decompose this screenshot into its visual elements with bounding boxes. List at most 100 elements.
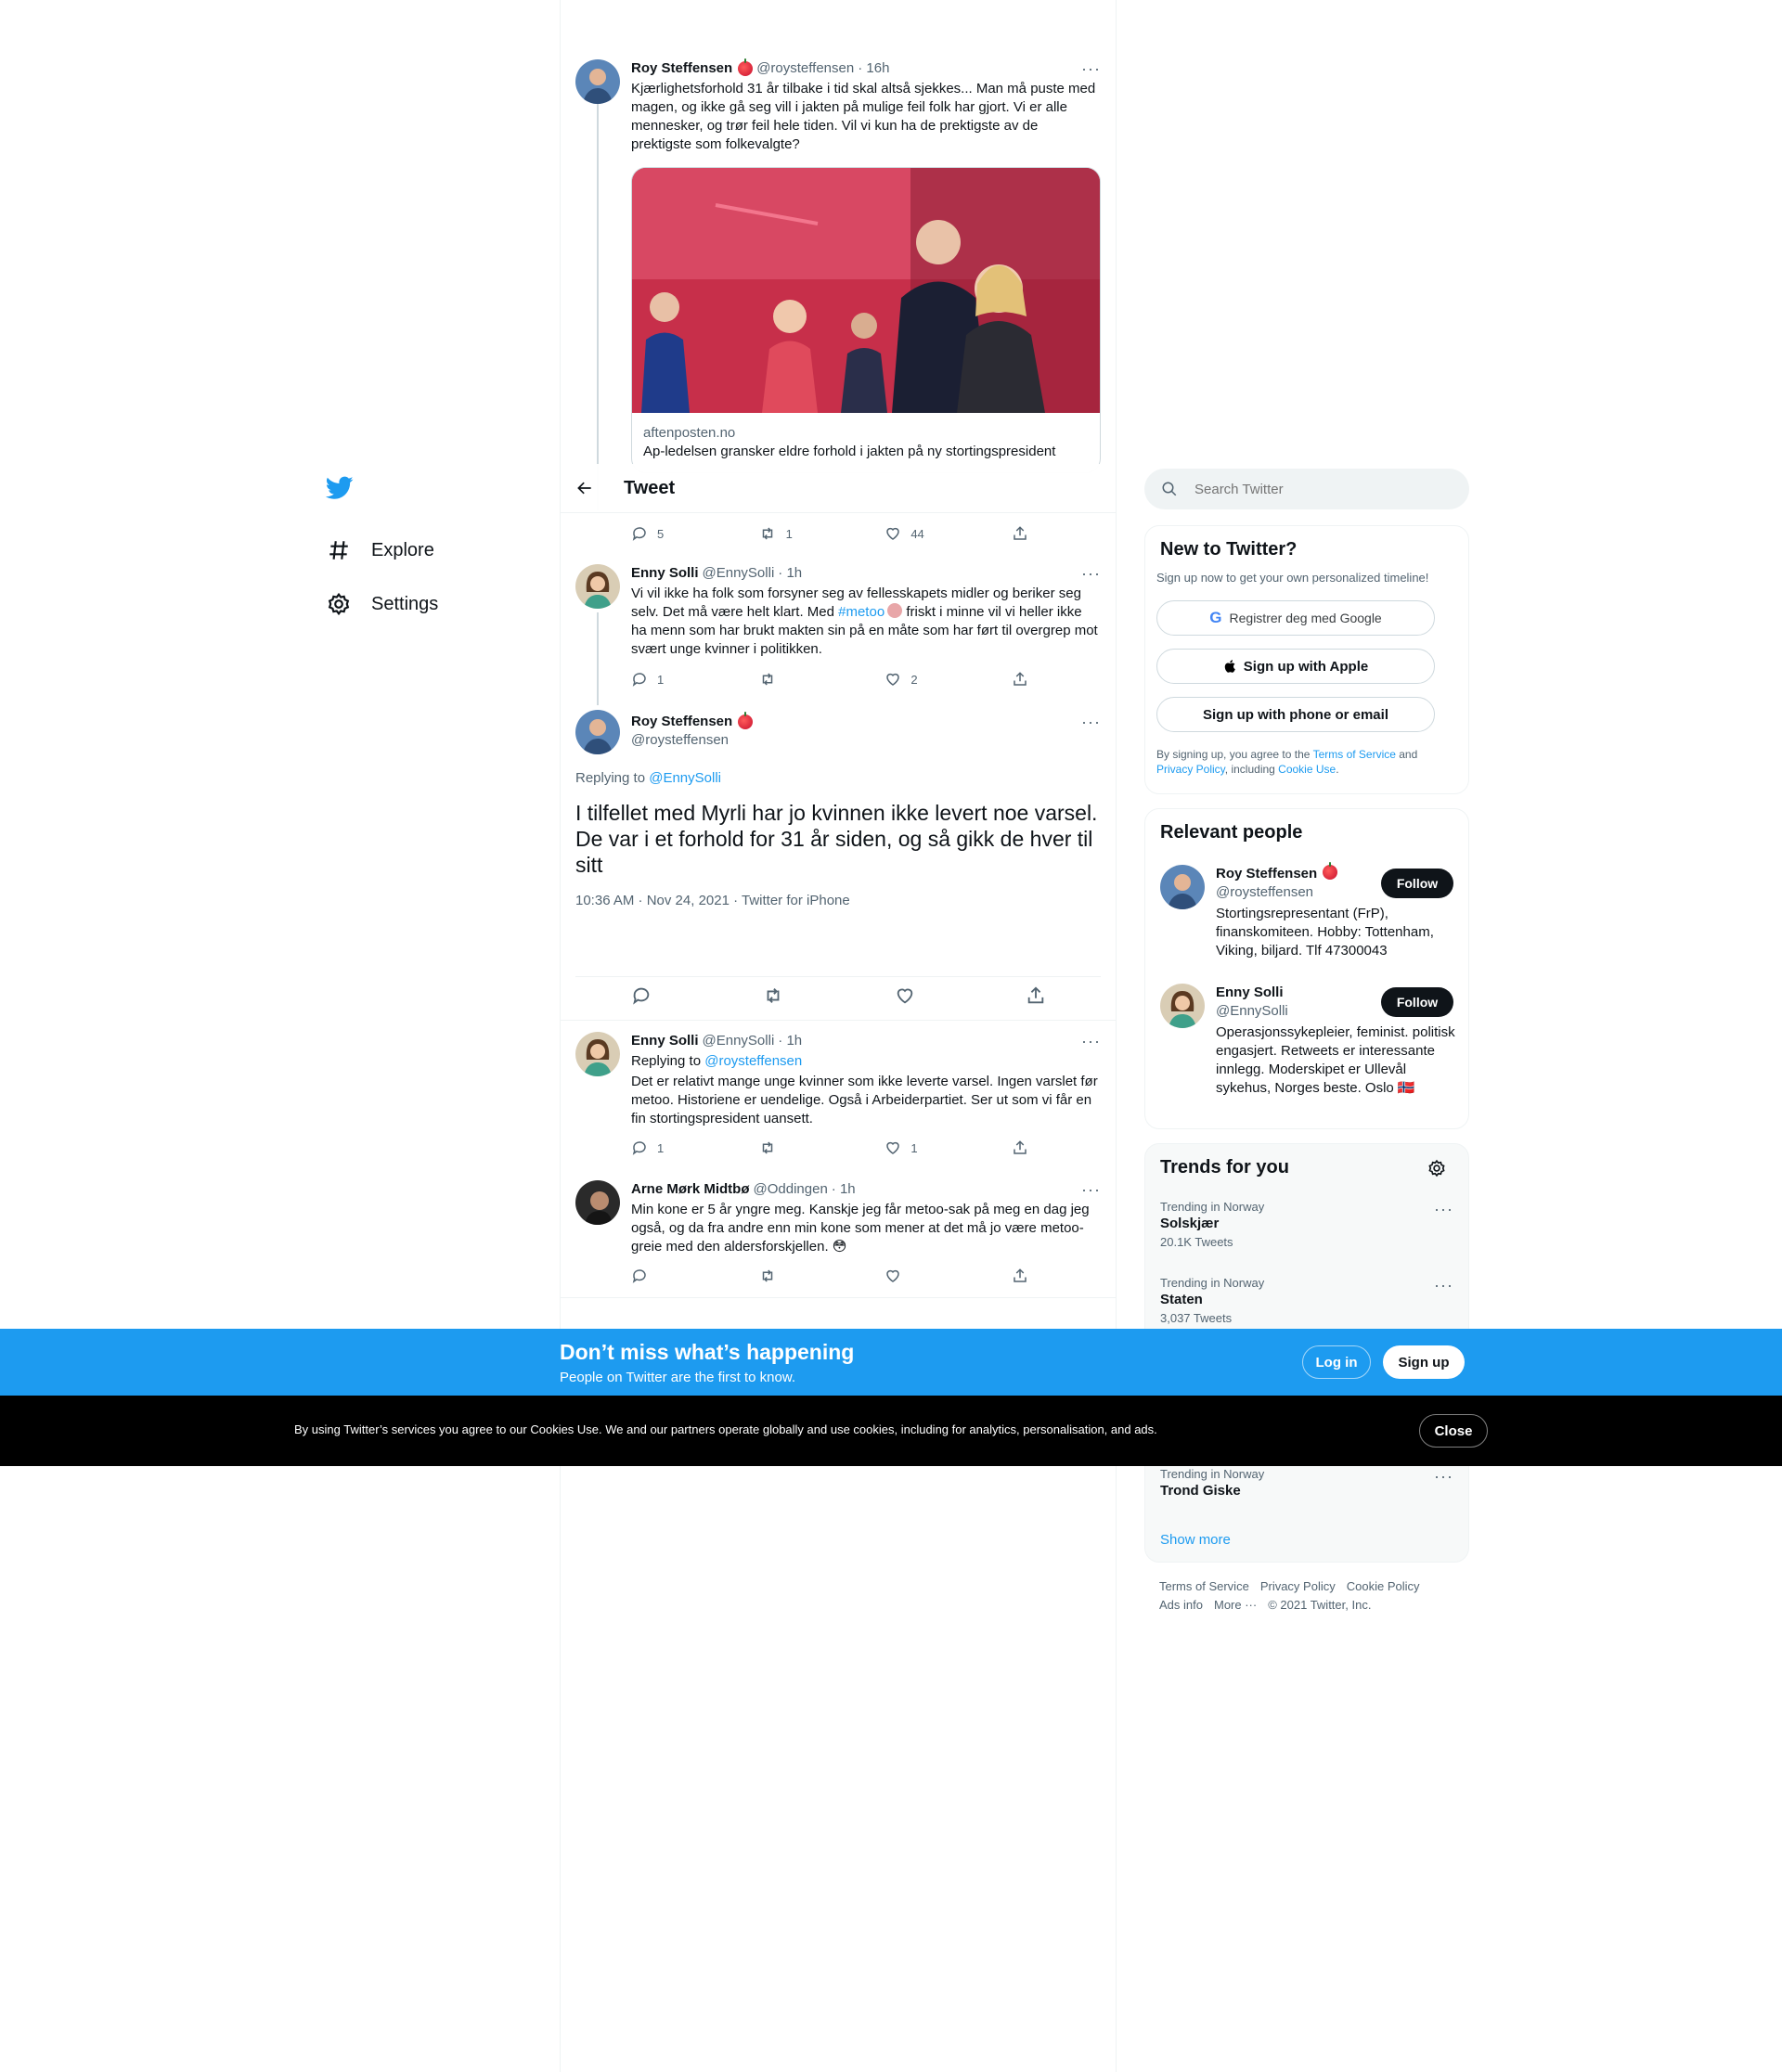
retweet-button[interactable] bbox=[758, 1268, 851, 1284]
replying-to-link[interactable]: @roysteffensen bbox=[704, 1053, 802, 1069]
retweet-icon[interactable] bbox=[762, 985, 784, 1006]
legal-text: By signing up, you agree to the bbox=[1156, 748, 1313, 761]
main-tweet-meta[interactable]: 10:36 AM · Nov 24, 2021 · Twitter for iP… bbox=[575, 893, 850, 908]
author-name[interactable]: Enny Solli bbox=[631, 1032, 699, 1050]
share-button[interactable] bbox=[1012, 525, 1030, 542]
retweet-button[interactable]: 1 bbox=[758, 525, 851, 542]
footer-more-link[interactable]: More ··· bbox=[1214, 1598, 1257, 1612]
author-handle[interactable]: @roysteffensen bbox=[756, 59, 854, 78]
avatar[interactable] bbox=[1160, 984, 1205, 1028]
tweet-time[interactable]: · 16h bbox=[858, 59, 889, 78]
twitter-logo-icon[interactable] bbox=[316, 464, 364, 512]
avatar[interactable] bbox=[575, 710, 620, 754]
signup-button[interactable]: Sign up bbox=[1383, 1345, 1465, 1379]
tweet-time[interactable]: · 1h bbox=[832, 1180, 856, 1199]
footer-cookie-link[interactable]: Cookie Policy bbox=[1347, 1579, 1420, 1593]
tweet-time[interactable]: · 1h bbox=[778, 564, 802, 583]
signup-panel: New to Twitter? Sign up now to get your … bbox=[1144, 525, 1469, 794]
author-handle[interactable]: @EnnySolli bbox=[703, 564, 775, 583]
trend-context: Trending in Norway bbox=[1160, 1200, 1265, 1214]
link-card[interactable]: aftenposten.no Ap-ledelsen gransker eldr… bbox=[631, 167, 1101, 473]
tweet-actions: 1 1 bbox=[631, 1139, 1030, 1156]
trend-topic: Staten bbox=[1160, 1292, 1203, 1307]
nav-settings-label: Settings bbox=[371, 593, 439, 614]
terms-link[interactable]: Terms of Service bbox=[1313, 748, 1396, 761]
reply-button[interactable] bbox=[631, 1268, 724, 1284]
person-info[interactable]: Enny Solli @EnnySolli bbox=[1216, 984, 1374, 1021]
back-arrow-icon[interactable] bbox=[575, 479, 594, 497]
nav-settings[interactable]: Settings bbox=[316, 577, 538, 631]
like-button[interactable]: 1 bbox=[885, 1139, 977, 1156]
author-handle[interactable]: @roysteffensen bbox=[631, 731, 729, 750]
share-button[interactable] bbox=[1012, 671, 1030, 688]
share-button[interactable] bbox=[1012, 1268, 1030, 1284]
follow-button[interactable]: Follow bbox=[1381, 869, 1453, 898]
trend-item[interactable]: Trending in Norway Staten 3,037 Tweets ·… bbox=[1160, 1276, 1453, 1325]
signup-banner: Don’t miss what’s happening People on Tw… bbox=[0, 1329, 1782, 1396]
author-handle[interactable]: @EnnySolli bbox=[703, 1032, 775, 1050]
privacy-link[interactable]: Privacy Policy bbox=[1156, 763, 1225, 776]
search-input[interactable] bbox=[1194, 481, 1436, 497]
author-handle[interactable]: @Oddingen bbox=[754, 1180, 828, 1199]
tweet-text: Kjærlighetsforhold 31 år tilbake i tid s… bbox=[631, 81, 1096, 152]
like-button[interactable]: 44 bbox=[885, 525, 977, 542]
heart-icon[interactable] bbox=[895, 985, 915, 1006]
footer-copyright: © 2021 Twitter, Inc. bbox=[1268, 1598, 1372, 1612]
nav-explore[interactable]: Explore bbox=[316, 523, 538, 577]
footer-privacy-link[interactable]: Privacy Policy bbox=[1260, 1579, 1336, 1593]
main-tweet-author: Roy Steffensen @roysteffensen bbox=[631, 712, 1101, 750]
share-button[interactable] bbox=[1012, 1139, 1030, 1156]
gear-icon[interactable] bbox=[1427, 1159, 1446, 1178]
reply-button[interactable]: 5 bbox=[631, 525, 724, 542]
trend-item[interactable]: Trending in Norway Solskjær 20.1K Tweets… bbox=[1160, 1200, 1453, 1249]
avatar[interactable] bbox=[575, 1032, 620, 1076]
cookie-banner: By using Twitter’s services you agree to… bbox=[0, 1396, 1782, 1466]
avatar[interactable] bbox=[575, 1180, 620, 1225]
reply-button[interactable]: 1 bbox=[631, 671, 724, 688]
avatar[interactable] bbox=[1160, 865, 1205, 909]
avatar[interactable] bbox=[575, 59, 620, 104]
author-name[interactable]: Enny Solli bbox=[631, 564, 699, 583]
author-name[interactable]: Roy Steffensen bbox=[631, 59, 732, 78]
retweet-icon bbox=[762, 1269, 772, 1282]
trend-item[interactable]: Trending in Norway Trond Giske ··· bbox=[1160, 1467, 1453, 1499]
reply-button[interactable]: 1 bbox=[631, 1139, 724, 1156]
replying-to-link[interactable]: @EnnySolli bbox=[649, 770, 721, 786]
retweet-button[interactable] bbox=[758, 1139, 851, 1156]
hashtag-link[interactable]: #metoo bbox=[838, 604, 885, 620]
cookie-close-button[interactable]: Close bbox=[1419, 1414, 1488, 1448]
more-options-icon[interactable]: ··· bbox=[1434, 1277, 1453, 1293]
reply-icon[interactable] bbox=[631, 985, 652, 1006]
avatar[interactable] bbox=[575, 564, 620, 609]
person-info[interactable]: Roy Steffensen @roysteffensen bbox=[1216, 862, 1374, 902]
like-button[interactable] bbox=[885, 1268, 977, 1284]
retweet-button[interactable] bbox=[758, 671, 851, 688]
reply-body: Enny Solli @EnnySolli · 1h Replying to @… bbox=[631, 1032, 1101, 1128]
trend-topic: Solskjær bbox=[1160, 1216, 1220, 1231]
footer-ads-link[interactable]: Ads info bbox=[1159, 1598, 1203, 1612]
tweet-time[interactable]: · 1h bbox=[778, 1032, 802, 1050]
follow-button[interactable]: Follow bbox=[1381, 987, 1453, 1017]
cookie-use-link[interactable]: Cookie Use bbox=[1278, 763, 1336, 776]
trend-context: Trending in Norway bbox=[1160, 1276, 1265, 1290]
google-signup-button[interactable]: G Registrer deg med Google bbox=[1156, 600, 1435, 636]
divider bbox=[561, 1297, 1116, 1298]
relevant-people-panel: Relevant people Roy Steffensen @roysteff… bbox=[1144, 808, 1469, 1129]
like-count: 1 bbox=[910, 1140, 918, 1155]
share-icon[interactable] bbox=[1026, 985, 1046, 1006]
author-name[interactable]: Arne Mørk Midtbø bbox=[631, 1180, 750, 1199]
like-button[interactable]: 2 bbox=[885, 671, 977, 688]
main-tweet-actions bbox=[575, 985, 1101, 1006]
search-box[interactable] bbox=[1144, 469, 1469, 509]
trend-context: Trending in Norway bbox=[1160, 1467, 1265, 1481]
footer-terms-link[interactable]: Terms of Service bbox=[1159, 1579, 1249, 1593]
author-name[interactable]: Roy Steffensen bbox=[631, 713, 732, 731]
more-options-icon[interactable]: ··· bbox=[1434, 1201, 1453, 1217]
apple-signup-button[interactable]: Sign up with Apple bbox=[1156, 649, 1435, 684]
login-button[interactable]: Log in bbox=[1302, 1345, 1371, 1379]
trend-topic: Trond Giske bbox=[1160, 1483, 1241, 1499]
show-more-link[interactable]: Show more bbox=[1160, 1532, 1231, 1548]
trend-count: 3,037 Tweets bbox=[1160, 1311, 1233, 1325]
phone-email-signup-button[interactable]: Sign up with phone or email bbox=[1156, 697, 1435, 732]
more-options-icon[interactable]: ··· bbox=[1434, 1468, 1453, 1485]
